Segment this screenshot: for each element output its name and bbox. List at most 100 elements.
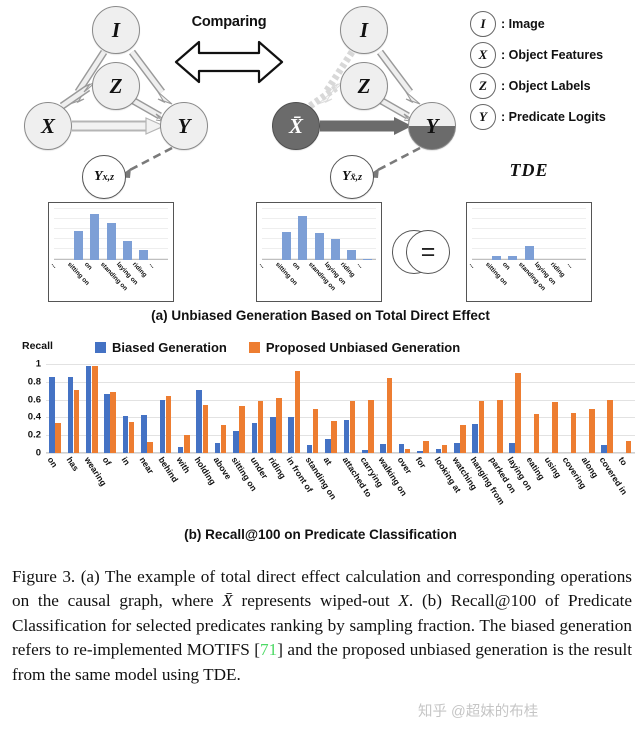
chart-bar xyxy=(552,402,558,453)
chart-bar-group xyxy=(341,364,359,453)
mini-x-label: on xyxy=(290,261,301,272)
mini-chart-labels: ... sitting on on standing on laying on ridin… xyxy=(467,261,589,301)
node-predicate-logits-counterfactual: Y xyxy=(408,102,456,150)
legend-symbol-x: X xyxy=(470,41,496,68)
chart-legend-label-unbiased: Proposed Unbiased Generation xyxy=(265,340,461,355)
chart-legend: Biased Generation Proposed Unbiased Gene… xyxy=(95,340,460,355)
chart-bar xyxy=(386,378,393,453)
chart-bar-group xyxy=(230,364,248,453)
chart-bar-group xyxy=(304,364,322,453)
chart-bar xyxy=(220,425,227,453)
chart-x-axis-labels: on has wearing of in near behind with holding abo… xyxy=(46,455,641,530)
mini-gridline xyxy=(472,208,586,209)
mini-gridline xyxy=(262,218,376,219)
node-image-counterfactual: I xyxy=(340,6,388,54)
chart-y-tick: 0 xyxy=(35,447,41,459)
chart-bar xyxy=(288,416,294,453)
mini-bar xyxy=(122,241,132,260)
chart-bar xyxy=(147,442,153,453)
chart-bar xyxy=(122,415,129,453)
chart-bar xyxy=(478,400,485,453)
mini-chart-plot xyxy=(54,208,168,260)
mini-chart-labels: ... sitting on on standing on laying on ridin… xyxy=(258,261,379,301)
mini-bar xyxy=(73,231,83,260)
mini-bar xyxy=(363,259,373,260)
chart-bar-group xyxy=(138,364,156,453)
legend-symbol-z: Z xyxy=(470,72,496,99)
mini-gridline xyxy=(262,228,376,229)
chart-bar xyxy=(49,377,55,453)
mini-chart-plot xyxy=(472,208,586,260)
chart-bar xyxy=(233,430,239,453)
mini-x-label: on xyxy=(500,261,511,272)
chart-bar xyxy=(331,420,337,453)
mini-bar xyxy=(106,222,116,260)
legend-item-image: I : Image xyxy=(470,8,641,39)
symbol-legend: I : Image X : Object Features Z : Object… xyxy=(470,8,641,132)
chart-x-label: at xyxy=(321,455,335,467)
mini-gridline xyxy=(262,208,376,209)
chart-bar-group xyxy=(543,364,561,453)
chart-x-label: near xyxy=(137,455,157,476)
chart-x-label: with xyxy=(174,455,193,475)
chart-y-tick: 1 xyxy=(35,358,41,370)
chart-bar xyxy=(368,399,374,453)
mini-bar xyxy=(281,232,291,260)
chart-bar xyxy=(343,420,350,453)
chart-bar-group xyxy=(83,364,101,453)
chart-bar xyxy=(404,449,411,453)
chart-bar-group xyxy=(617,364,635,453)
chart-bar xyxy=(184,435,190,453)
chart-bar-group xyxy=(120,364,138,453)
mini-chart-plot xyxy=(262,208,376,260)
node-output-yxbarz-subscript: x̄,z xyxy=(350,171,362,183)
mini-bar xyxy=(347,249,357,260)
mini-gridline xyxy=(472,218,586,219)
chart-bar xyxy=(202,404,209,453)
mini-bar xyxy=(298,215,308,260)
chart-bar-group xyxy=(193,364,211,453)
chart-bar-group xyxy=(598,364,616,453)
chart-bar-group xyxy=(285,364,303,453)
chart-bar xyxy=(362,450,368,453)
chart-bar xyxy=(67,377,74,453)
legend-label-object-features: : Object Features xyxy=(501,47,604,62)
chart-x-label: on xyxy=(45,455,60,470)
mini-x-label: ... xyxy=(467,261,477,270)
chart-bar-group xyxy=(377,364,395,453)
mini-bar xyxy=(524,245,534,260)
chart-y-tick: 0.8 xyxy=(27,376,41,388)
chart-gridline xyxy=(46,453,635,454)
chart-axis-title: Recall xyxy=(22,340,53,352)
legend-item-object-labels: Z : Object Labels xyxy=(470,70,641,101)
node-predicate-logits-original: Y xyxy=(160,102,208,150)
chart-bar xyxy=(165,396,172,453)
chart-bar xyxy=(441,445,448,453)
node-output-yxz: Yx,z xyxy=(82,155,126,199)
legend-item-object-features: X : Object Features xyxy=(470,39,641,70)
mini-bar xyxy=(90,213,100,260)
caption-citation-link[interactable]: 71 xyxy=(260,640,277,659)
chart-bar-group xyxy=(212,364,230,453)
caption-xbar: X̄ xyxy=(222,591,233,611)
chart-x-label: in xyxy=(119,455,132,467)
chart-legend-label-biased: Biased Generation xyxy=(112,340,227,355)
node-object-labels-original: Z xyxy=(92,62,140,110)
panel-a-caption: (a) Unbiased Generation Based on Total D… xyxy=(151,308,490,323)
mini-gridline xyxy=(472,238,586,239)
node-object-labels-counterfactual: Z xyxy=(340,62,388,110)
chart-bar xyxy=(509,443,515,453)
chart-bar-group xyxy=(156,364,174,453)
caption-x: X xyxy=(398,591,409,611)
chart-bar xyxy=(104,394,110,453)
mini-gridline xyxy=(472,228,586,229)
mini-bar xyxy=(508,256,518,260)
mini-bar xyxy=(139,249,149,260)
chart-x-label: for xyxy=(413,455,429,471)
chart-x-label: over xyxy=(395,455,414,476)
mini-bar xyxy=(314,232,324,260)
mini-x-label: ... xyxy=(147,261,157,270)
chart-bar xyxy=(55,422,61,453)
chart-bar-group xyxy=(64,364,82,453)
chart-bar-group xyxy=(175,364,193,453)
